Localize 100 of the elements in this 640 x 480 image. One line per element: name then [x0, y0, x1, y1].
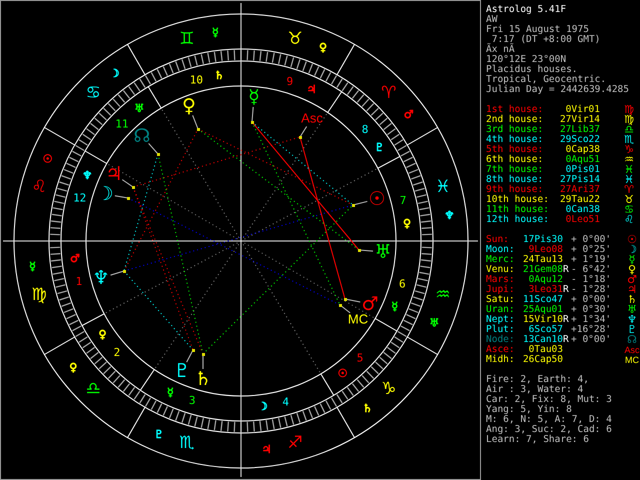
ruler-glyph: ♂	[70, 252, 80, 265]
element-count-line: Learn: 7, Share: 6	[486, 435, 589, 445]
house-number: 2	[114, 346, 120, 360]
info-line: AW	[486, 15, 498, 25]
element-count-line: M: 6, N: 5, A: 7, D: 4	[486, 415, 612, 425]
house-number: 12	[73, 191, 86, 204]
ruler-glyph: ♀	[319, 41, 328, 54]
zodiac-sign-glyph: ♉	[287, 29, 303, 50]
retrograde-mark: R	[563, 284, 569, 295]
planet-glyph: ♀	[626, 265, 638, 275]
planet-motion: + 0°00'	[571, 234, 612, 245]
planet-glyph: ☉	[368, 188, 386, 210]
planet-glyph: ☊	[134, 125, 150, 147]
planet-motion: + 0°00'	[571, 294, 612, 305]
sign-glyph: ♓	[623, 165, 635, 175]
planet-glyph: ♆	[92, 267, 110, 289]
house-position: 0Leo51	[564, 215, 600, 225]
info-line: Tropical, Geocentric.	[486, 75, 606, 85]
house-number: 6	[399, 278, 406, 291]
planet-motion: - 1°28'	[571, 284, 612, 295]
sign-glyph: ♑	[623, 145, 635, 155]
house-number: 8	[362, 122, 368, 136]
ruler-glyph: ♅	[134, 102, 144, 115]
sign-glyph: ♋	[623, 205, 635, 215]
ruler-glyph: ♀	[69, 360, 78, 374]
planet-glyph: ☿	[628, 255, 636, 265]
house-number: 1	[76, 274, 82, 288]
ruler-glyph: ♃	[306, 83, 317, 96]
planet-name: Plut:	[486, 325, 516, 335]
house-position: 29Sco22	[558, 135, 600, 145]
planet-glyph: ☽	[626, 245, 638, 255]
planet-glyph: ♅	[374, 241, 392, 263]
zodiac-sign-glyph: ♓	[435, 176, 450, 197]
sign-glyph: ♓	[623, 175, 635, 185]
planet-glyph: ♇	[173, 360, 191, 382]
ruler-glyph: ☽	[258, 400, 268, 414]
ruler-glyph: ♀	[403, 217, 412, 230]
app-title: Astrolog 5.41F	[486, 5, 566, 15]
planet-position: 15Vir10	[522, 315, 563, 325]
planet-glyph: ☽	[96, 183, 114, 205]
house-label: 4th house:	[486, 135, 544, 145]
planet-name: Satu:	[486, 295, 516, 305]
planet-glyph: ♇	[626, 325, 638, 335]
house-position: 27Pis14	[558, 175, 600, 185]
ruler-glyph: ♀	[98, 328, 107, 341]
sign-glyph: ♏	[623, 135, 635, 145]
planet-name: Asce:	[486, 345, 516, 355]
house-label: 2nd house:	[486, 115, 544, 125]
zodiac-sign-glyph: ♍	[32, 285, 47, 306]
house-position: 27Ari37	[558, 185, 600, 195]
planet-position: 6Sco57	[528, 325, 563, 335]
ruler-glyph: ♅	[429, 316, 440, 330]
ruler-glyph: ♇	[374, 141, 384, 154]
ruler-glyph: ☿	[212, 26, 219, 40]
planet-name: Venu:	[486, 265, 516, 275]
element-count-line: Yang: 5, Yin: 8	[486, 405, 572, 415]
sign-glyph: ♈	[623, 185, 635, 195]
element-count-line: Fire: 2, Earth: 4,	[486, 375, 589, 385]
planet-name: Moon:	[486, 245, 516, 255]
sign-glyph: ♍	[623, 115, 635, 125]
info-line: Ãx nÃ	[486, 45, 515, 55]
house-position: 27Lib37	[558, 125, 600, 135]
planet-position: 21Gem08	[522, 265, 563, 275]
house-label: 5th house:	[486, 145, 544, 155]
planet-glyph: ♃	[626, 285, 638, 295]
planet-glyph: ♅	[626, 305, 638, 315]
planet-position: 24Tau13	[522, 255, 563, 265]
house-label: 1st house:	[486, 105, 544, 115]
zodiac-sign-glyph: ♎	[86, 378, 101, 399]
planet-glyph: ☿	[248, 86, 260, 108]
ruler-glyph: ♄	[214, 68, 224, 82]
planet-glyph: MC	[624, 355, 640, 365]
info-line: 120°12E 23°00N	[486, 55, 566, 65]
planet-position: 11Sco47	[522, 295, 563, 305]
ruler-glyph: ☉	[42, 152, 53, 166]
house-position: 0Can38	[564, 205, 600, 215]
element-count-line: Car: 2, Fix: 8, Mut: 3	[486, 395, 612, 405]
house-number: 4	[282, 395, 289, 408]
planet-name: Merc:	[486, 255, 516, 265]
house-number: 10	[190, 74, 203, 87]
retrograde-mark: R	[563, 334, 569, 345]
sign-glyph: ♒	[623, 155, 635, 165]
house-label: 11th house:	[486, 205, 550, 215]
house-number: 3	[188, 394, 196, 408]
sign-glyph: ♍	[623, 105, 635, 115]
planet-glyph: ♄	[194, 368, 212, 390]
planet-name: Nept:	[486, 315, 516, 325]
planet-glyph: Asc	[301, 110, 323, 126]
house-number: 11	[115, 117, 128, 130]
planet-position: 25Aqu01	[522, 305, 563, 315]
sign-glyph: ♎	[623, 125, 635, 135]
info-line: Julian Day = 2442639.4285	[486, 85, 629, 95]
sign-glyph: ♉	[623, 195, 635, 205]
planet-glyph: ♂	[626, 275, 638, 285]
info-line: 7:17 (DT +8:00 GMT)	[492, 35, 600, 45]
house-position: 0Vir01	[566, 105, 600, 115]
planet-glyph: ☊	[626, 335, 638, 345]
zodiac-sign-glyph: ♐	[287, 432, 303, 453]
house-position: 0Aqu51	[564, 155, 600, 165]
ruler-glyph: ♄	[362, 402, 372, 416]
